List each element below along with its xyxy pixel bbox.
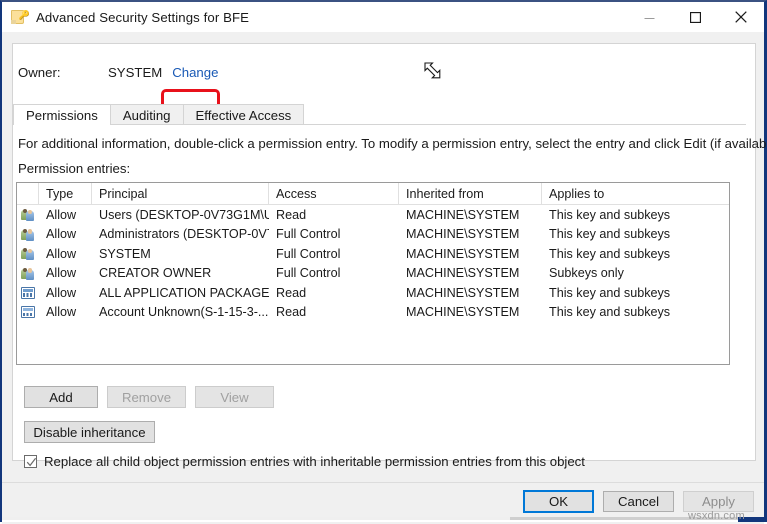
table-row[interactable]: Allow Administrators (DESKTOP-0V7... Ful… — [17, 225, 729, 245]
row-inherited-from: MACHINE\SYSTEM — [399, 205, 542, 225]
row-access: Read — [269, 205, 399, 225]
folder-key-icon: 🔑 — [10, 9, 28, 25]
row-access: Read — [269, 303, 399, 323]
row-type: Allow — [39, 225, 92, 245]
row-applies-to: This key and subkeys — [542, 225, 729, 245]
tab-effective-access[interactable]: Effective Access — [183, 104, 305, 125]
remove-button: Remove — [107, 386, 186, 408]
row-type: Allow — [39, 205, 92, 225]
row-icon-cell — [17, 303, 39, 323]
row-type: Allow — [39, 264, 92, 284]
maximize-button[interactable] — [672, 2, 718, 32]
change-owner-link[interactable]: Change — [172, 65, 218, 80]
tab-underline — [13, 124, 746, 125]
owner-label: Owner: — [18, 65, 108, 80]
title-bar: 🔑 Advanced Security Settings for BFE — [2, 2, 764, 32]
row-access: Read — [269, 283, 399, 303]
row-inherited-from: MACHINE\SYSTEM — [399, 283, 542, 303]
table-row[interactable]: Allow ALL APPLICATION PACKAGES Read MACH… — [17, 283, 729, 303]
row-type: Allow — [39, 244, 92, 264]
row-icon-cell — [17, 205, 39, 225]
row-access: Full Control — [269, 244, 399, 264]
row-inherited-from: MACHINE\SYSTEM — [399, 244, 542, 264]
apply-button: Apply — [683, 491, 754, 512]
table-row[interactable]: Allow Account Unknown(S-1-15-3-... Read … — [17, 303, 729, 323]
permission-entries-label: Permission entries: — [18, 161, 130, 176]
instructions-text: For additional information, double-click… — [18, 136, 767, 151]
table-row[interactable]: Allow SYSTEM Full Control MACHINE\SYSTEM… — [17, 244, 729, 264]
row-applies-to: This key and subkeys — [542, 244, 729, 264]
tab-bar: Permissions Auditing Effective Access — [13, 103, 303, 125]
row-access: Full Control — [269, 264, 399, 284]
add-button[interactable]: Add — [24, 386, 98, 408]
row-icon-cell — [17, 283, 39, 303]
users-group-icon — [21, 228, 35, 241]
caption-button-group — [626, 2, 764, 32]
tab-auditing[interactable]: Auditing — [110, 104, 184, 125]
row-principal: ALL APPLICATION PACKAGES — [92, 283, 269, 303]
disable-inheritance-button[interactable]: Disable inheritance — [24, 421, 155, 443]
row-access: Full Control — [269, 225, 399, 245]
minimize-button[interactable] — [626, 2, 672, 32]
owner-value: SYSTEM — [108, 65, 162, 80]
row-inherited-from: MACHINE\SYSTEM — [399, 303, 542, 323]
column-header-type[interactable]: Type — [39, 183, 92, 204]
users-group-icon — [21, 267, 35, 280]
advanced-security-settings-window: 🔑 Advanced Security Settings for BFE Own… — [0, 0, 767, 522]
row-icon-cell — [17, 264, 39, 284]
column-header-access[interactable]: Access — [269, 183, 399, 204]
app-package-icon — [21, 306, 35, 318]
row-applies-to: Subkeys only — [542, 264, 729, 284]
permission-entries-list[interactable]: Type Principal Access Inherited from App… — [16, 182, 730, 365]
column-header-icon[interactable] — [17, 183, 39, 204]
view-button: View — [195, 386, 274, 408]
row-applies-to: This key and subkeys — [542, 303, 729, 323]
row-applies-to: This key and subkeys — [542, 205, 729, 225]
row-inherited-from: MACHINE\SYSTEM — [399, 264, 542, 284]
column-header-principal[interactable]: Principal — [92, 183, 269, 204]
replace-child-permissions-row[interactable]: Replace all child object permission entr… — [24, 454, 585, 469]
table-header-row: Type Principal Access Inherited from App… — [17, 183, 729, 205]
row-icon-cell — [17, 225, 39, 245]
column-header-applies-to[interactable]: Applies to — [542, 183, 729, 204]
window-title: Advanced Security Settings for BFE — [36, 10, 249, 25]
replace-child-permissions-checkbox[interactable] — [24, 455, 37, 468]
app-package-icon — [21, 287, 35, 299]
ok-button[interactable]: OK — [523, 490, 594, 513]
row-principal: Account Unknown(S-1-15-3-... — [92, 303, 269, 323]
bottom-edge-strip — [2, 517, 767, 522]
row-icon-cell — [17, 244, 39, 264]
close-button[interactable] — [718, 2, 764, 32]
cancel-button[interactable]: Cancel — [603, 491, 674, 512]
dialog-client-area: Owner: SYSTEM Change Permissions Auditin… — [2, 32, 764, 522]
row-type: Allow — [39, 283, 92, 303]
row-inherited-from: MACHINE\SYSTEM — [399, 225, 542, 245]
users-group-icon — [21, 247, 35, 260]
tab-permissions[interactable]: Permissions — [13, 104, 111, 125]
table-row[interactable]: Allow Users (DESKTOP-0V73G1M\Us... Read … — [17, 205, 729, 225]
row-applies-to: This key and subkeys — [542, 283, 729, 303]
row-principal: Administrators (DESKTOP-0V7... — [92, 225, 269, 245]
row-type: Allow — [39, 303, 92, 323]
table-row[interactable]: Allow CREATOR OWNER Full Control MACHINE… — [17, 264, 729, 284]
row-principal: SYSTEM — [92, 244, 269, 264]
owner-row: Owner: SYSTEM Change — [18, 65, 218, 80]
column-header-inherited-from[interactable]: Inherited from — [399, 183, 542, 204]
row-principal: CREATOR OWNER — [92, 264, 269, 284]
replace-child-permissions-label: Replace all child object permission entr… — [44, 454, 585, 469]
users-group-icon — [21, 208, 35, 221]
row-principal: Users (DESKTOP-0V73G1M\Us... — [92, 205, 269, 225]
